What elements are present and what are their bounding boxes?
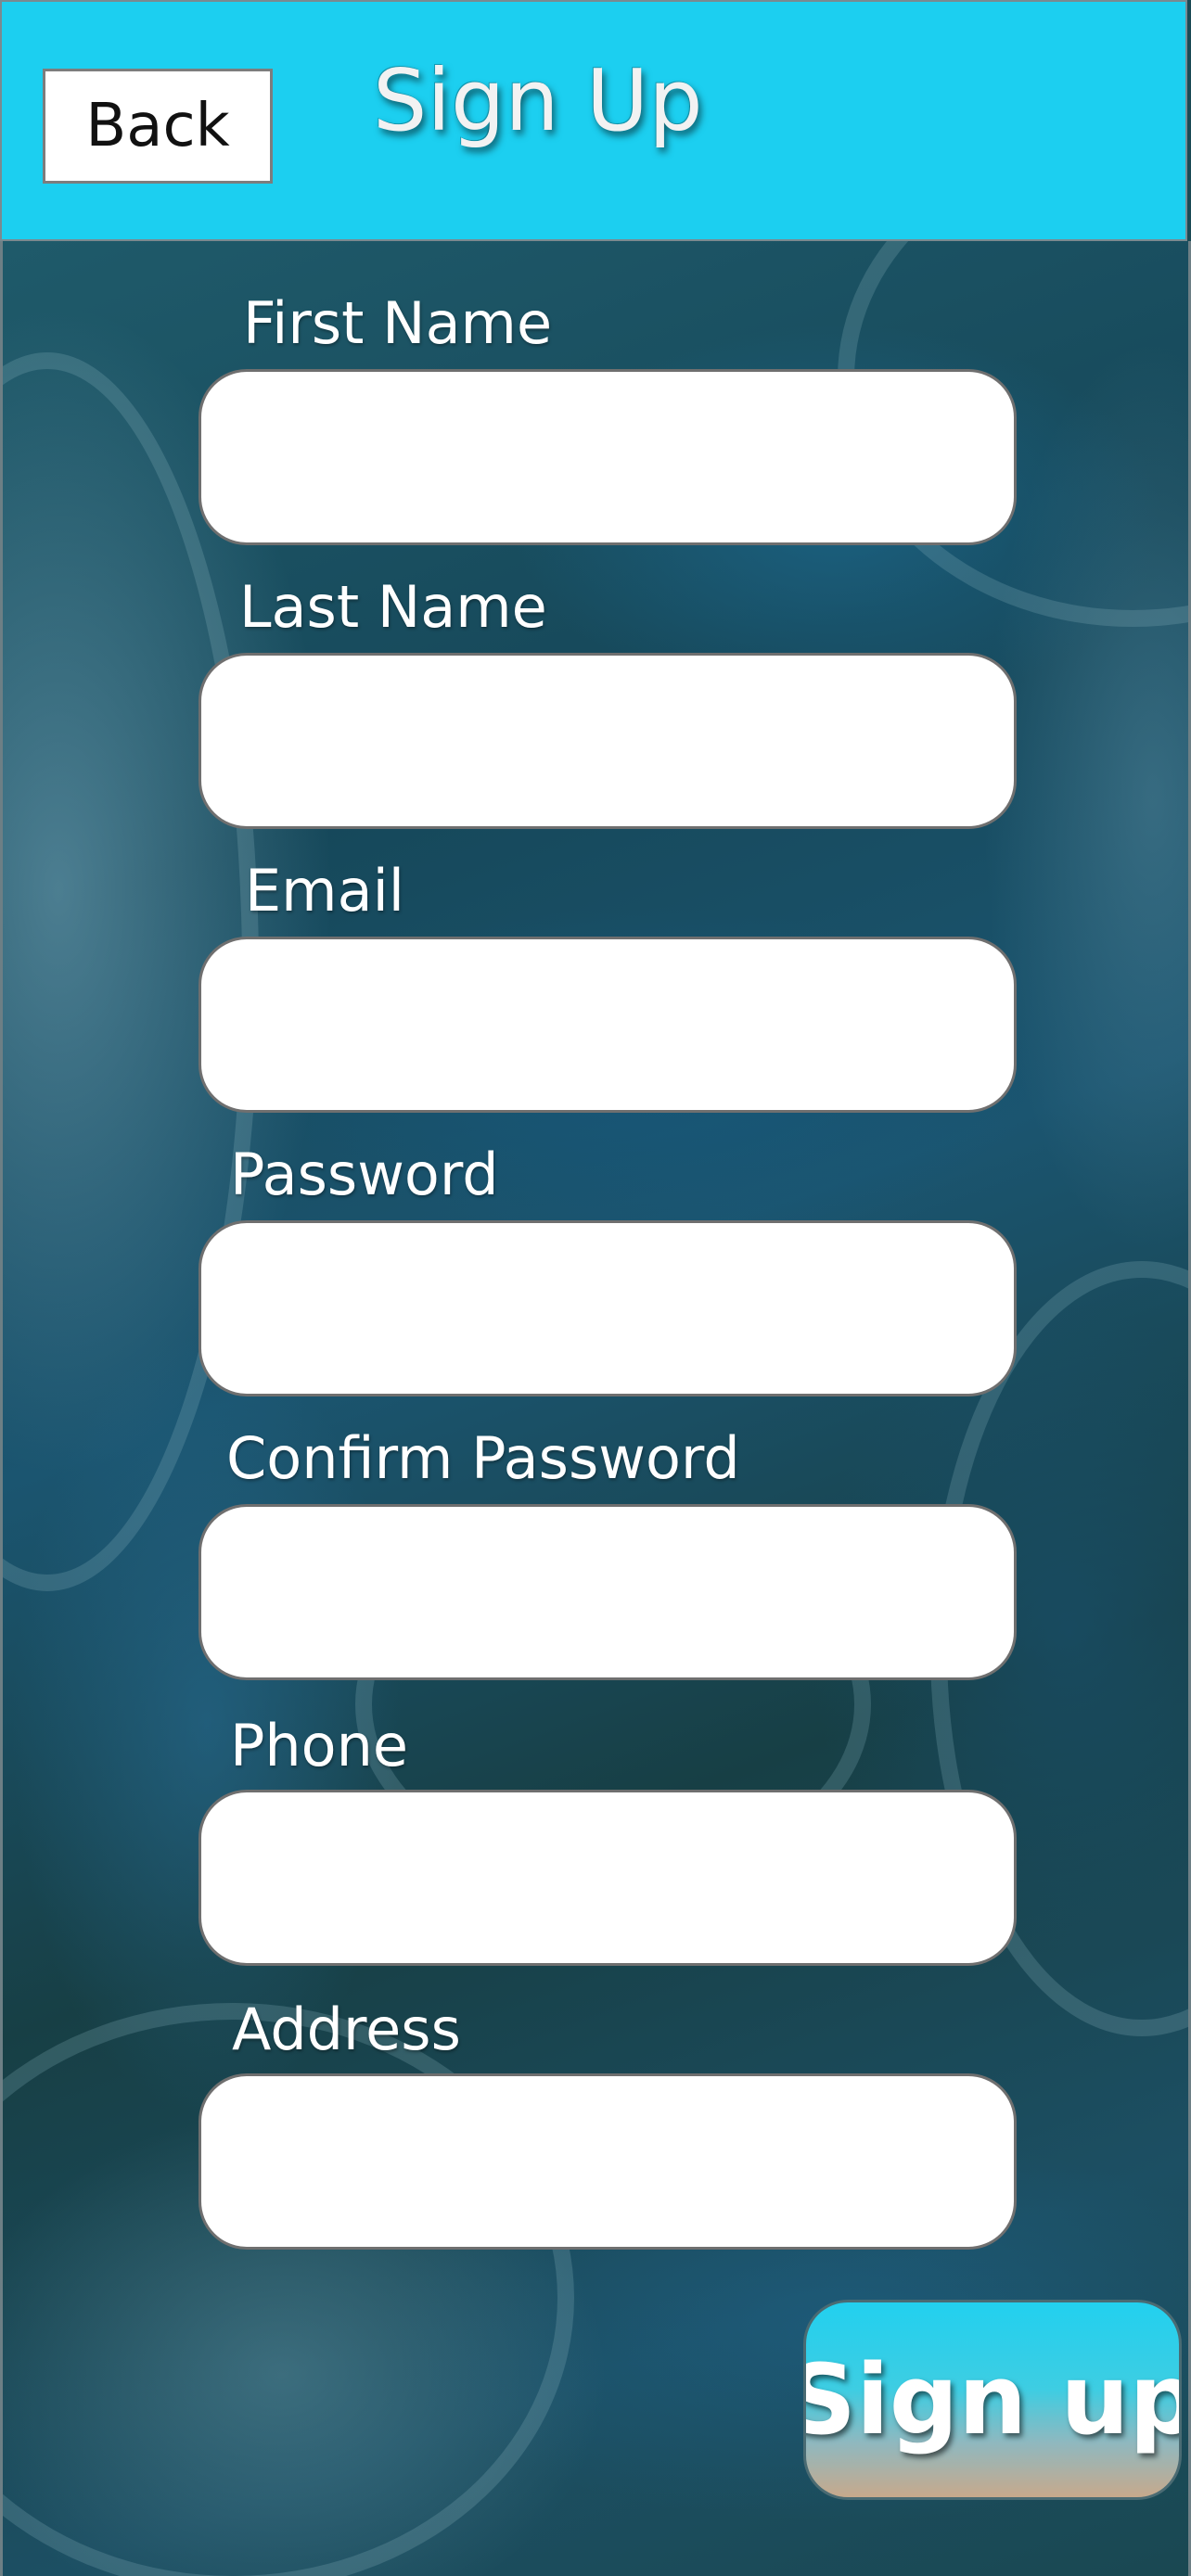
email-label: Email — [245, 857, 405, 925]
password-label: Password — [230, 1141, 499, 1208]
page-title: Sign Up — [373, 51, 703, 150]
confirm-password-label: Confirm Password — [226, 1424, 740, 1492]
phone-label: Phone — [230, 1712, 409, 1779]
phone-field[interactable] — [198, 1790, 1017, 1966]
header-bar: Back Sign Up — [0, 0, 1187, 241]
confirm-password-field[interactable] — [198, 1504, 1017, 1680]
first-name-field[interactable] — [198, 369, 1017, 545]
back-button[interactable]: Back — [43, 69, 273, 184]
last-name-label: Last Name — [239, 573, 547, 641]
password-field[interactable] — [198, 1220, 1017, 1396]
email-field[interactable] — [198, 937, 1017, 1113]
last-name-field[interactable] — [198, 653, 1017, 829]
first-name-label: First Name — [243, 289, 553, 357]
signup-button[interactable]: Sign up — [803, 2300, 1182, 2500]
address-label: Address — [232, 1996, 461, 2063]
address-field[interactable] — [198, 2073, 1017, 2250]
